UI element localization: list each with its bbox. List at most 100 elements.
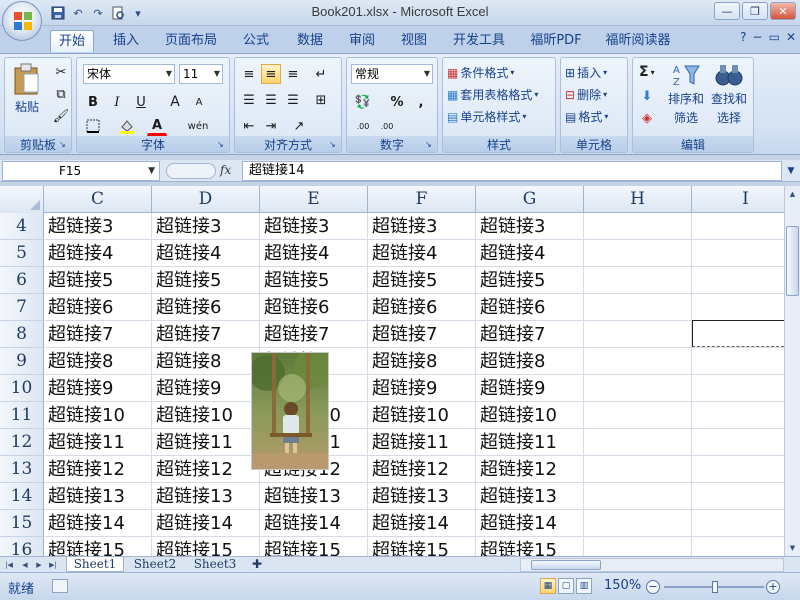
cell[interactable]: 超链接7 (260, 321, 368, 348)
italic-button[interactable]: I (107, 92, 127, 112)
close-button[interactable]: ✕ (770, 2, 796, 20)
cell[interactable]: 超链接4 (368, 240, 476, 267)
row-header[interactable]: 6 (0, 267, 44, 294)
comma-button[interactable]: , (411, 92, 431, 112)
increase-decimal-button[interactable]: .00 (353, 116, 373, 136)
bold-button[interactable]: B (83, 92, 103, 112)
row-header[interactable]: 15 (0, 510, 44, 537)
cell[interactable]: 超链接14 (152, 510, 260, 537)
cell[interactable]: 超链接6 (44, 294, 152, 321)
cell[interactable]: 超链接4 (44, 240, 152, 267)
cell[interactable]: 超链接13 (260, 483, 368, 510)
last-sheet-icon[interactable]: ▶| (48, 558, 58, 572)
cell[interactable] (692, 348, 784, 375)
tab-view[interactable]: 视图 (392, 30, 436, 52)
cell[interactable]: 超链接5 (260, 267, 368, 294)
tab-page-layout[interactable]: 页面布局 (160, 30, 222, 52)
decrease-indent-icon[interactable]: ⇤ (239, 116, 259, 136)
tab-insert[interactable]: 插入 (104, 30, 148, 52)
cell[interactable]: 超链接15 (260, 537, 368, 556)
cell[interactable]: 超链接3 (44, 213, 152, 240)
row-header[interactable]: 8 (0, 321, 44, 348)
prev-sheet-icon[interactable]: ◀ (20, 558, 30, 572)
cell[interactable]: 超链接5 (44, 267, 152, 294)
row-header[interactable]: 11 (0, 402, 44, 429)
page-break-view-icon[interactable]: ▥ (576, 578, 592, 594)
cell[interactable]: 超链接14 (260, 510, 368, 537)
tab-data[interactable]: 数据 (288, 30, 332, 52)
find-select-button[interactable]: 查找和 选择 (709, 62, 749, 126)
first-sheet-icon[interactable]: |◀ (4, 558, 14, 572)
number-format-select[interactable]: 常规 ▼ (351, 64, 433, 84)
cell[interactable]: 超链接13 (152, 483, 260, 510)
underline-button[interactable]: U (131, 92, 151, 112)
inserted-photo[interactable] (251, 352, 329, 470)
cell[interactable]: 超链接8 (152, 348, 260, 375)
cell[interactable] (692, 294, 784, 321)
phonetic-button[interactable]: wén (181, 116, 215, 136)
tab-formulas[interactable]: 公式 (234, 30, 278, 52)
decrease-decimal-button[interactable]: .00 (377, 116, 397, 136)
zoom-level[interactable]: 150% (604, 578, 641, 593)
clipboard-launcher-icon[interactable]: ↘ (59, 140, 69, 150)
currency-icon[interactable]: 💱 (353, 92, 373, 112)
cell[interactable]: 超链接3 (368, 213, 476, 240)
insert-function-button[interactable]: fx (220, 163, 231, 177)
cell[interactable] (692, 402, 784, 429)
row-header[interactable]: 14 (0, 483, 44, 510)
cell[interactable] (584, 537, 692, 556)
cell[interactable] (692, 240, 784, 267)
cell[interactable]: 超链接11 (152, 429, 260, 456)
cell[interactable]: 超链接7 (476, 321, 584, 348)
zoom-slider[interactable] (664, 581, 764, 593)
font-launcher-icon[interactable]: ↘ (217, 140, 227, 150)
sheet-tab-sheet2[interactable]: Sheet2 (126, 557, 184, 572)
tab-foxit-reader[interactable]: 福昕阅读器 (600, 30, 676, 52)
cell[interactable]: 超链接13 (368, 483, 476, 510)
cell[interactable]: 超链接5 (152, 267, 260, 294)
cell[interactable] (692, 510, 784, 537)
row-header[interactable]: 5 (0, 240, 44, 267)
formula-bar-splitter[interactable] (166, 163, 216, 179)
cell[interactable] (692, 375, 784, 402)
increase-indent-icon[interactable]: ⇥ (261, 116, 281, 136)
column-header-h[interactable]: H (584, 186, 692, 213)
office-button[interactable] (2, 1, 42, 41)
cell[interactable]: 超链接12 (476, 456, 584, 483)
shrink-font-button[interactable]: A (189, 92, 209, 112)
cell[interactable]: 超链接10 (44, 402, 152, 429)
cell[interactable] (584, 348, 692, 375)
sheet-tab-sheet3[interactable]: Sheet3 (186, 557, 244, 572)
cell[interactable] (584, 483, 692, 510)
cell[interactable]: 超链接15 (152, 537, 260, 556)
clear-icon[interactable]: ◈ (637, 108, 657, 128)
cell[interactable] (692, 267, 784, 294)
borders-icon[interactable] (83, 116, 103, 136)
cell[interactable]: 超链接4 (152, 240, 260, 267)
number-launcher-icon[interactable]: ↘ (425, 140, 435, 150)
horizontal-scroll-thumb[interactable] (531, 560, 601, 570)
cell[interactable] (692, 537, 784, 556)
insert-cells-button[interactable]: ⊞ 插入 ▾ (565, 64, 607, 81)
select-all-button[interactable] (0, 186, 44, 213)
cell[interactable]: 超链接3 (152, 213, 260, 240)
row-header[interactable]: 12 (0, 429, 44, 456)
column-header-e[interactable]: E (260, 186, 368, 213)
align-left-icon[interactable]: ☰ (239, 90, 259, 110)
sort-filter-button[interactable]: AZ 排序和 筛选 (667, 62, 705, 126)
cell[interactable]: 超链接8 (368, 348, 476, 375)
cell[interactable]: 超链接12 (368, 456, 476, 483)
cell[interactable]: 超链接7 (152, 321, 260, 348)
cell[interactable]: 超链接15 (44, 537, 152, 556)
formula-input[interactable]: 超链接14 (242, 161, 782, 181)
cell[interactable]: 超链接6 (476, 294, 584, 321)
cell[interactable] (692, 429, 784, 456)
minimize-ribbon-icon[interactable]: − (753, 30, 763, 44)
cell[interactable]: 超链接7 (368, 321, 476, 348)
cell[interactable]: 超链接11 (44, 429, 152, 456)
align-right-icon[interactable]: ☰ (283, 90, 303, 110)
cell[interactable]: 超链接15 (476, 537, 584, 556)
tab-review[interactable]: 审阅 (340, 30, 384, 52)
cell[interactable]: 超链接3 (260, 213, 368, 240)
cell[interactable]: 超链接9 (368, 375, 476, 402)
